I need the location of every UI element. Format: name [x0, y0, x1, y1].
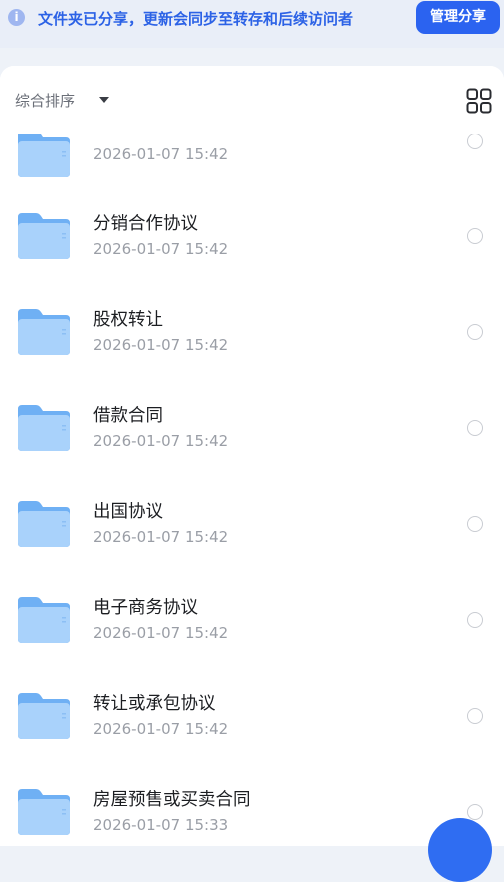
folder-name: 房屋预售或买卖合同 — [93, 790, 251, 810]
share-notice-banner: i 文件夹已分享，更新会同步至转存和后续访问者 管理分享 — [0, 0, 504, 48]
folder-date: 2026-01-07 15:42 — [93, 720, 229, 738]
list-item[interactable]: 出国协议 2026-01-07 15:42 — [0, 488, 504, 584]
list-item[interactable]: 电子商务协议 2026-01-07 15:42 — [0, 584, 504, 680]
info-icon: i — [8, 9, 25, 26]
select-radio[interactable] — [467, 804, 483, 820]
folder-name: 电子商务协议 — [93, 598, 198, 618]
manage-share-button[interactable]: 管理分享 — [416, 1, 500, 34]
folder-icon — [18, 309, 70, 355]
folder-name: 股权转让 — [93, 310, 163, 330]
folder-icon — [18, 693, 70, 739]
folder-icon — [18, 789, 70, 835]
list-item[interactable]: 借款合同 2026-01-07 15:42 — [0, 392, 504, 488]
list-item[interactable]: 房屋预售或买卖合同 2026-01-07 15:33 — [0, 776, 504, 846]
folder-icon — [18, 405, 70, 451]
folder-date: 2026-01-07 15:42 — [93, 145, 229, 163]
share-notice-text: 文件夹已分享，更新会同步至转存和后续访问者 — [38, 10, 354, 28]
folder-date: 2026-01-07 15:42 — [93, 528, 229, 546]
floating-action-button[interactable] — [428, 818, 492, 882]
folder-name: 分销合作协议 — [93, 214, 198, 234]
folder-name: 出国协议 — [93, 502, 163, 522]
select-radio[interactable] — [467, 228, 483, 244]
select-radio[interactable] — [467, 708, 483, 724]
select-radio[interactable] — [467, 324, 483, 340]
select-radio[interactable] — [467, 420, 483, 436]
select-radio[interactable] — [467, 133, 483, 149]
sort-bar: 综合排序 — [0, 66, 504, 134]
grid-view-icon[interactable] — [466, 88, 492, 114]
folder-date: 2026-01-07 15:42 — [93, 432, 229, 450]
folder-date: 2026-01-07 15:42 — [93, 624, 229, 642]
folder-icon — [18, 501, 70, 547]
select-radio[interactable] — [467, 612, 483, 628]
list-item[interactable]: 股权转让 2026-01-07 15:42 — [0, 296, 504, 392]
list-item[interactable]: 分销合作协议 2026-01-07 15:42 — [0, 200, 504, 296]
file-list-panel: 2026-01-07 15:42 分销合作协议 2026-01-07 15:42… — [0, 66, 504, 846]
list-item[interactable]: 转让或承包协议 2026-01-07 15:42 — [0, 680, 504, 776]
folder-name: 转让或承包协议 — [93, 694, 216, 714]
folder-name: 借款合同 — [93, 406, 163, 426]
folder-icon — [18, 213, 70, 259]
folder-icon — [18, 597, 70, 643]
select-radio[interactable] — [467, 516, 483, 532]
caret-down-icon[interactable] — [99, 97, 109, 103]
folder-icon — [18, 131, 70, 177]
folder-date: 2026-01-07 15:42 — [93, 336, 229, 354]
folder-date: 2026-01-07 15:42 — [93, 240, 229, 258]
sort-dropdown[interactable]: 综合排序 — [15, 90, 75, 111]
folder-date: 2026-01-07 15:33 — [93, 816, 229, 834]
